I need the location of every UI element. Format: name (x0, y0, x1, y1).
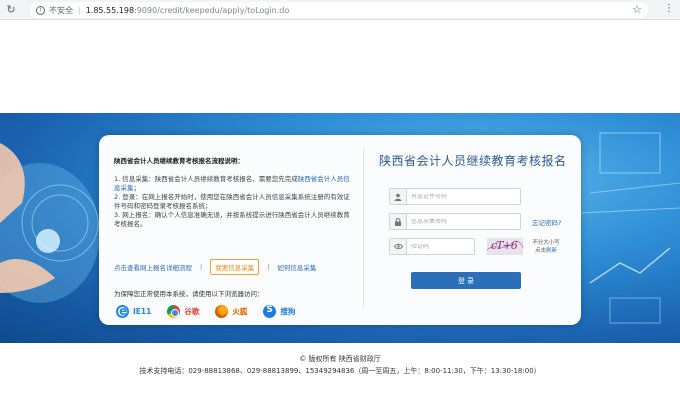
id-field[interactable] (389, 188, 521, 205)
tech-illustration (579, 132, 680, 324)
support-text: 技术支持电话：029-88813868、029-88813899、1534929… (139, 367, 541, 375)
captcha-image[interactable]: cT+6 (487, 238, 523, 255)
detail-process-link[interactable]: 点击查看网上报名详细流程 (114, 262, 192, 272)
sogou-icon (263, 305, 277, 318)
action-links: 点击查看网上报名详细流程 | 我要信息采集 | 如何信息采集 (114, 259, 316, 275)
password-input[interactable] (407, 218, 512, 225)
browser-label: 火狐 (232, 307, 248, 316)
url-path: :9090/credit/keepedu/apply/toLogin.do (134, 5, 290, 15)
browser-list: IE11 谷歌 火狐 搜狗 (116, 304, 311, 318)
bookmark-star-icon[interactable]: ☆ (632, 3, 642, 16)
howto-collect-link[interactable]: 如何信息采集 (277, 262, 316, 272)
step-item: 2. 登录：在网上报名开始时，使用您在陕西省会计人员信息采集系统注册的有效证件号… (114, 193, 350, 210)
chrome-icon (167, 305, 181, 318)
browser-address-bar: ↻ i 不安全 | 1.85.55.198:9090/credit/keeped… (0, 0, 680, 20)
captcha-hint: 不分大小写 点击刷新 (531, 239, 561, 255)
eye-icon (390, 239, 407, 254)
firefox-icon (215, 305, 229, 318)
step-tail: ； (133, 184, 141, 192)
login-card: 陕西省会计人员继续教育考核报名流程说明： 1. 信息采集：陕西省会计人员继续教育… (99, 135, 581, 325)
url-separator: | (78, 5, 81, 15)
url-host: 1.85.55.198 (85, 5, 135, 15)
login-title: 陕西省会计人员继续教育考核报名 (379, 154, 567, 168)
step-text: 1. 信息采集：陕西省会计人员继续教育考核报名，需要您先完成 (114, 175, 298, 183)
browser-chrome[interactable]: 谷歌 (167, 305, 199, 318)
copyright-text: © 版权所有 陕西省财政厅 (299, 355, 381, 363)
link-divider: | (200, 263, 203, 271)
browser-firefox[interactable]: 火狐 (215, 305, 247, 318)
intro-panel: 陕西省会计人员继续教育考核报名流程说明： 1. 信息采集：陕西省会计人员继续教育… (114, 155, 354, 318)
captcha-text: cT+6 (491, 239, 518, 252)
login-button[interactable]: 登 录 (411, 272, 521, 289)
browser-label: 谷歌 (184, 307, 200, 316)
lock-icon (390, 214, 407, 229)
intro-title: 陕西省会计人员继续教育考核报名流程说明： (114, 157, 244, 165)
captcha-field[interactable] (389, 238, 475, 255)
collect-info-button[interactable]: 我要信息采集 (210, 259, 260, 275)
info-icon[interactable]: i (36, 5, 45, 15)
step-item: 1. 信息采集：陕西省会计人员继续教育考核报名，需要您先完成陕西省会计人员信息采… (114, 175, 354, 193)
id-number-input[interactable] (407, 193, 512, 200)
security-label: 不安全 (49, 5, 73, 15)
ie-icon (116, 304, 129, 318)
user-icon (390, 189, 407, 204)
step-item: 3. 网上报名：确认个人信息准确无误，并按系统提示进行陕西省会计人员继续教育考核… (114, 211, 350, 228)
browser-sogou[interactable]: 搜狗 (263, 305, 295, 318)
password-field[interactable] (389, 213, 521, 230)
captcha-case-hint: 不分大小写 (532, 240, 560, 246)
hand-illustration (0, 143, 100, 303)
link-divider: | (267, 263, 270, 271)
url-bar[interactable]: i 不安全 | 1.85.55.198:9090/credit/keepedu/… (30, 2, 648, 18)
steps-list: 1. 信息采集：陕西省会计人员继续教育考核报名，需要您先完成陕西省会计人员信息采… (114, 175, 354, 229)
login-panel: 陕西省会计人员继续教育考核报名 忘记密码? cT+6 (377, 135, 577, 325)
captcha-refresh-link[interactable]: 刷新 (546, 248, 557, 254)
browser-label: IE11 (133, 307, 152, 316)
forgot-password-link[interactable]: 忘记密码? (532, 217, 561, 227)
more-menu-icon[interactable]: ⋮ (664, 3, 674, 14)
page-footer: © 版权所有 陕西省财政厅 技术支持电话：029-88813868、029-88… (0, 353, 680, 377)
browser-label: 搜狗 (280, 307, 296, 316)
browser-ie[interactable]: IE11 (116, 304, 152, 318)
captcha-input[interactable] (407, 243, 469, 250)
browser-note: 为保障您正常使用本系统，请使用以下浏览器访问： (114, 290, 264, 298)
panel-divider (363, 149, 364, 309)
reload-icon[interactable]: ↻ (4, 3, 18, 17)
captcha-refresh-prefix: 点击 (534, 248, 546, 254)
